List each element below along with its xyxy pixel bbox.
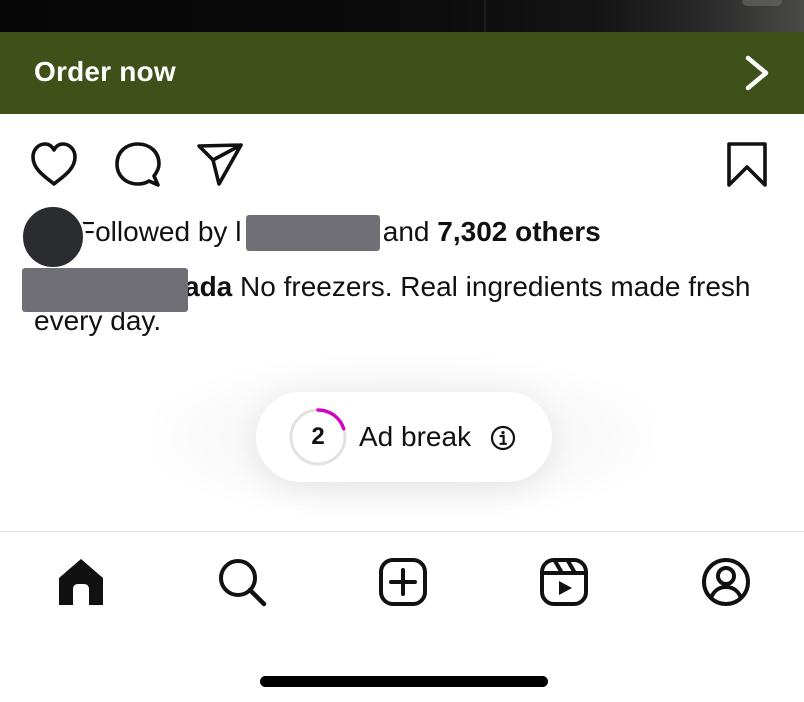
post-actions xyxy=(0,114,804,204)
avatar[interactable] xyxy=(20,204,86,270)
bookmark-icon[interactable] xyxy=(722,140,772,190)
home-indicator xyxy=(260,676,548,687)
ad-break-label: Ad break xyxy=(359,421,472,452)
search-icon[interactable] xyxy=(216,556,268,608)
caption-username[interactable]: ada xyxy=(184,271,232,302)
redaction-block xyxy=(246,215,380,251)
bottom-nav xyxy=(0,532,804,632)
redaction-block xyxy=(22,268,188,312)
countdown-number: 2 xyxy=(311,423,325,450)
create-icon[interactable] xyxy=(377,556,429,608)
likes-prefix: Followed by xyxy=(78,216,236,247)
comment-icon[interactable] xyxy=(113,140,163,190)
home-icon[interactable] xyxy=(55,556,107,608)
countdown-timer: 2 xyxy=(288,407,348,467)
chevron-right-icon xyxy=(740,54,774,92)
cta-label: Order now xyxy=(34,56,176,87)
likes-summary[interactable]: Followed by lh and 7,302 others xyxy=(20,204,800,270)
info-icon[interactable] xyxy=(490,425,516,451)
media-detail xyxy=(742,0,782,6)
order-now-button[interactable]: Order now xyxy=(0,32,804,114)
ad-break-indicator: 2 Ad break xyxy=(256,392,552,482)
follower-name[interactable]: l xyxy=(235,216,241,247)
post-media[interactable] xyxy=(0,0,804,32)
profile-icon[interactable] xyxy=(700,556,752,608)
likes-count[interactable]: 7,302 others xyxy=(437,216,600,247)
likes-conjunction: and xyxy=(375,216,438,247)
heart-icon[interactable] xyxy=(29,140,79,190)
media-detail xyxy=(484,0,486,32)
paper-plane-icon[interactable] xyxy=(195,140,245,190)
reels-icon[interactable] xyxy=(538,556,590,608)
